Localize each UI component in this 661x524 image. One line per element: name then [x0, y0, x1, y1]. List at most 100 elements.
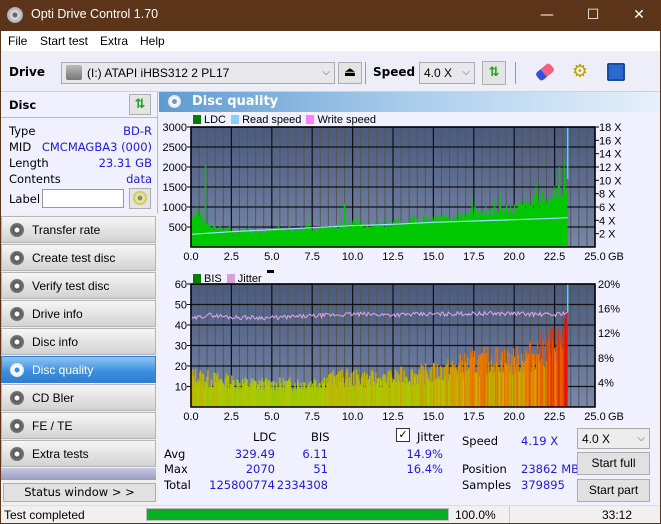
title-bar: Opti Drive Control 1.70 — ☐ ✕ — [1, 0, 660, 31]
disc-type-value: BD-R — [123, 124, 152, 138]
disc-length-value: 23.31 GB — [98, 156, 152, 170]
status-window-button[interactable]: Status window > > — [3, 483, 156, 502]
eject-icon: ⏏ — [343, 65, 357, 80]
bis-column-header: BIS — [311, 430, 330, 444]
app-window: Opti Drive Control 1.70 — ☐ ✕ File Start… — [1, 0, 660, 523]
eraser-icon — [534, 62, 556, 82]
ldc-total-value: 125800774 — [209, 478, 275, 492]
x-tick-label: 17.5 — [463, 251, 484, 263]
disc-label-input[interactable] — [42, 189, 124, 208]
speed-select[interactable]: 4.0 X ⌵ — [419, 62, 475, 84]
menu-start-test[interactable]: Start test — [40, 34, 88, 48]
y-tick-label: 60 — [175, 279, 187, 291]
y-tick-label: 2000 — [163, 162, 187, 174]
maximize-button[interactable]: ☐ — [570, 0, 616, 31]
save-button[interactable] — [604, 61, 628, 85]
y2-tick-label: 8% — [598, 353, 614, 365]
floppy-save-icon — [607, 63, 625, 81]
ldc-avg-value: 329.49 — [234, 447, 275, 461]
x-axis-unit-label: GB — [608, 411, 624, 421]
speed-label: Speed — [373, 65, 416, 79]
x-tick-label: 2.5 — [224, 411, 239, 421]
disc-refresh-button[interactable]: ⇅ — [129, 94, 151, 115]
test-speed-select[interactable]: 4.0 X ⌵ — [577, 428, 650, 449]
y-tick-label: 50 — [175, 300, 187, 312]
x-tick-label: 20.0 — [503, 411, 524, 421]
y2-tick-label: 10 X — [599, 175, 622, 187]
x-tick-label: 5.0 — [264, 411, 279, 421]
gears-icon: ⚙ — [571, 61, 589, 82]
nav-create-test-disc[interactable]: Create test disc — [1, 244, 156, 271]
x-tick-label: 25.0 — [584, 251, 605, 263]
nav-transfer-rate[interactable]: Transfer rate — [1, 216, 156, 243]
x-tick-label: 12.5 — [382, 411, 403, 421]
refresh-button[interactable]: ⇅ — [482, 61, 506, 85]
status-text: Test completed — [4, 508, 85, 522]
position-label: Position — [462, 462, 507, 476]
disc-field-type: Type BD-R — [9, 124, 152, 138]
y2-tick-label: 8 X — [599, 189, 616, 201]
nav-fe-te[interactable]: FE / TE — [1, 412, 156, 439]
bis-total-value: 2334308 — [276, 478, 328, 492]
x-axis-unit-label: GB — [608, 251, 624, 263]
nav-disc-info[interactable]: Disc info — [1, 328, 156, 355]
disc-icon — [133, 191, 147, 205]
y2-tick-label: 16% — [598, 304, 620, 316]
start-part-button[interactable]: Start part — [577, 479, 650, 502]
ldc-chart: 500100015002000250030002 X4 X6 X8 X10 X1… — [163, 122, 624, 263]
menu-extra[interactable]: Extra — [100, 34, 128, 48]
disc-panel-header: Disc ⇅ — [1, 92, 158, 118]
settings-button[interactable]: ⚙ — [568, 61, 592, 85]
test-speed-value: 4.0 X — [582, 432, 611, 446]
jitter-max-value: 16.4% — [406, 462, 443, 476]
max-row-label: Max — [164, 462, 188, 476]
nav-disc-quality[interactable]: Disc quality — [1, 356, 156, 383]
y-tick-label: 3000 — [163, 122, 187, 134]
jitter-checkbox[interactable]: ✓ — [396, 428, 410, 442]
nav-verify-test-disc[interactable]: Verify test disc — [1, 272, 156, 299]
panel-title: Disc quality — [192, 94, 279, 109]
samples-label: Samples — [462, 478, 512, 492]
minimize-button[interactable]: — — [524, 0, 570, 31]
progress-percent: 100.0% — [455, 508, 496, 522]
y-tick-label: 1500 — [163, 182, 187, 194]
x-tick-label: 2.5 — [224, 251, 239, 263]
disc-panel-title: Disc — [9, 98, 37, 112]
y2-tick-label: 16 X — [599, 135, 622, 147]
eject-button[interactable]: ⏏ — [338, 62, 362, 84]
legend-marker — [266, 270, 274, 273]
start-full-button[interactable]: Start full — [577, 452, 650, 475]
x-tick-label: 17.5 — [463, 411, 484, 421]
samples-value: 379895 — [521, 478, 565, 492]
elapsed-time: 33:12 — [602, 508, 633, 522]
jitter-avg-value: 14.9% — [406, 447, 443, 461]
y2-tick-label: 6 X — [599, 202, 616, 214]
x-tick-label: 22.5 — [544, 251, 565, 263]
app-disc-icon — [7, 7, 23, 23]
y2-tick-label: 18 X — [599, 122, 622, 134]
y-tick-label: 2500 — [163, 142, 187, 154]
erase-button[interactable] — [533, 61, 557, 85]
y-tick-label: 1000 — [163, 202, 187, 214]
drive-select[interactable]: (I:) ATAPI iHBS312 2 PL17 ⌵ — [61, 62, 335, 84]
menu-help[interactable]: Help — [140, 34, 165, 48]
disc-label-button[interactable] — [129, 188, 151, 209]
nav-drive-info[interactable]: Drive info — [1, 300, 156, 327]
y-tick-label: 500 — [169, 222, 187, 234]
x-tick-label: 7.5 — [305, 411, 320, 421]
close-button[interactable]: ✕ — [616, 0, 661, 31]
y-tick-label: 40 — [175, 320, 187, 332]
disc-contents-value: data — [126, 172, 152, 186]
toolbar-separator — [365, 62, 366, 84]
nav-cd-bler[interactable]: CD Bler — [1, 384, 156, 411]
disc-field-contents: Contents data — [9, 172, 152, 186]
drive-select-value: (I:) ATAPI iHBS312 2 PL17 — [87, 66, 230, 80]
chevron-down-icon: ⌵ — [637, 433, 645, 444]
menu-bar: File Start test Extra Help — [1, 31, 660, 51]
menu-file[interactable]: File — [8, 34, 27, 48]
disc-info-panel: Disc ⇅ Type BD-R MID CMCMAGBA3 (000) Lengt… — [1, 92, 158, 213]
window-title: Opti Drive Control 1.70 — [31, 7, 159, 21]
nav-extra-tests[interactable]: Extra tests — [1, 440, 156, 467]
x-tick-label: 0.0 — [183, 251, 198, 263]
disc-mid-value: CMCMAGBA3 (000) — [41, 140, 152, 154]
